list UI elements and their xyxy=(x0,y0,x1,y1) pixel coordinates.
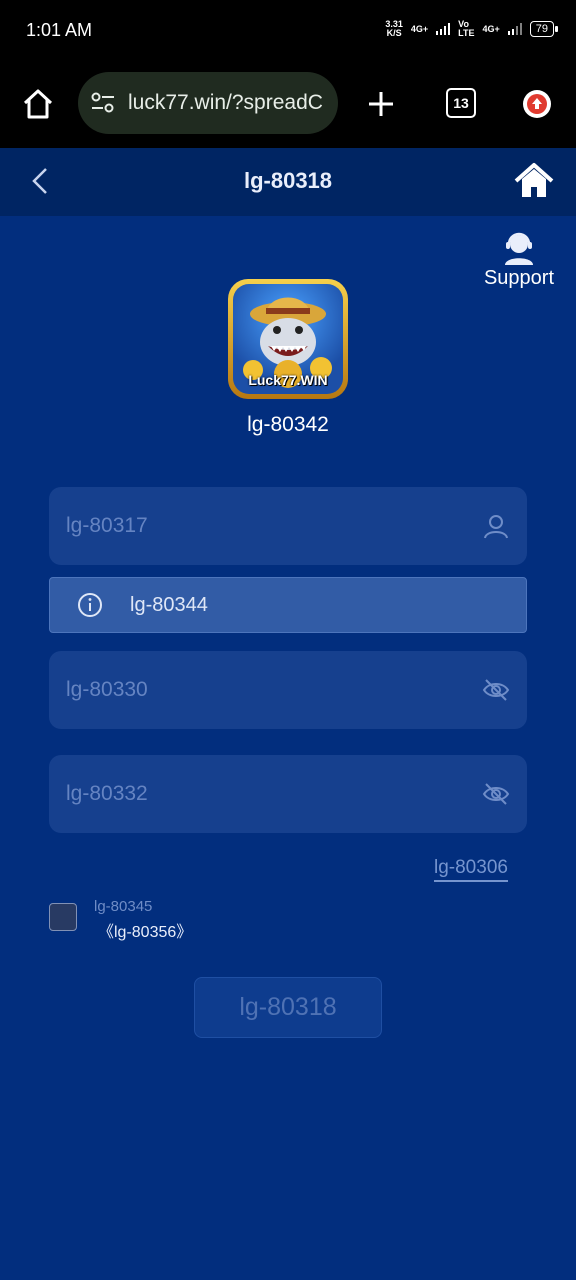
network-type-1: 4G+ xyxy=(410,23,429,34)
headset-icon xyxy=(505,232,533,265)
agree-text: lg-80345 xyxy=(94,898,153,915)
arrow-up-icon xyxy=(527,94,547,114)
browser-toolbar: luck77.win/?spreadC 13 xyxy=(0,62,576,149)
status-icons: 3.31 K/S 4G+ Vo LTE 4G+ 79 xyxy=(385,19,559,38)
tab-switcher-button[interactable]: 13 xyxy=(446,88,476,118)
info-notice: lg-80344 xyxy=(49,577,527,633)
signal-icon-2 xyxy=(507,23,522,35)
username-placeholder: lg-80317 xyxy=(66,514,148,537)
status-bar: 1:01 AM 3.31 K/S 4G+ Vo LTE 4G+ 79 xyxy=(0,0,576,62)
logo-caption: lg-80342 xyxy=(247,413,329,436)
network-speed: 3.31 K/S xyxy=(385,19,403,38)
home-icon[interactable] xyxy=(514,162,554,200)
submit-button[interactable]: lg-80318 xyxy=(194,977,382,1038)
app-header: lg-80318 xyxy=(0,148,576,216)
user-icon xyxy=(484,515,508,539)
notice-text: lg-80344 xyxy=(130,594,208,616)
eye-off-icon[interactable] xyxy=(482,676,510,704)
confirm-password-placeholder: lg-80332 xyxy=(66,782,148,805)
signal-icon xyxy=(436,23,451,35)
new-tab-icon[interactable] xyxy=(365,88,397,120)
url-text[interactable]: luck77.win/?spreadC xyxy=(128,91,323,115)
support-button[interactable]: Support xyxy=(478,232,560,292)
volte-badge: Vo LTE xyxy=(458,19,475,38)
support-label: Support xyxy=(483,267,555,289)
battery-icon: 79 xyxy=(529,21,559,37)
address-bar[interactable]: luck77.win/?spreadC xyxy=(78,72,338,134)
app-logo: Luck77.WIN xyxy=(228,279,348,399)
page-title: lg-80318 xyxy=(243,168,333,193)
eye-off-icon[interactable] xyxy=(482,780,510,808)
password-placeholder: lg-80330 xyxy=(66,678,148,701)
site-settings-icon[interactable] xyxy=(90,92,116,114)
confirm-password-field[interactable]: lg-80332 xyxy=(49,755,527,833)
username-field[interactable]: lg-80317 xyxy=(49,487,527,565)
info-icon xyxy=(78,593,102,617)
logo-brand-text: Luck77.WIN xyxy=(248,372,328,388)
terms-link[interactable]: 《lg-80356》 xyxy=(98,918,192,942)
update-button[interactable] xyxy=(523,90,551,118)
logo-image: Luck77.WIN xyxy=(233,284,343,394)
login-link[interactable]: lg-80306 xyxy=(434,857,508,882)
network-type-2: 4G+ xyxy=(482,23,500,34)
agree-checkbox[interactable] xyxy=(49,903,77,931)
browser-home-icon[interactable] xyxy=(20,86,56,122)
status-time: 1:01 AM xyxy=(26,20,93,40)
password-field[interactable]: lg-80330 xyxy=(49,651,527,729)
